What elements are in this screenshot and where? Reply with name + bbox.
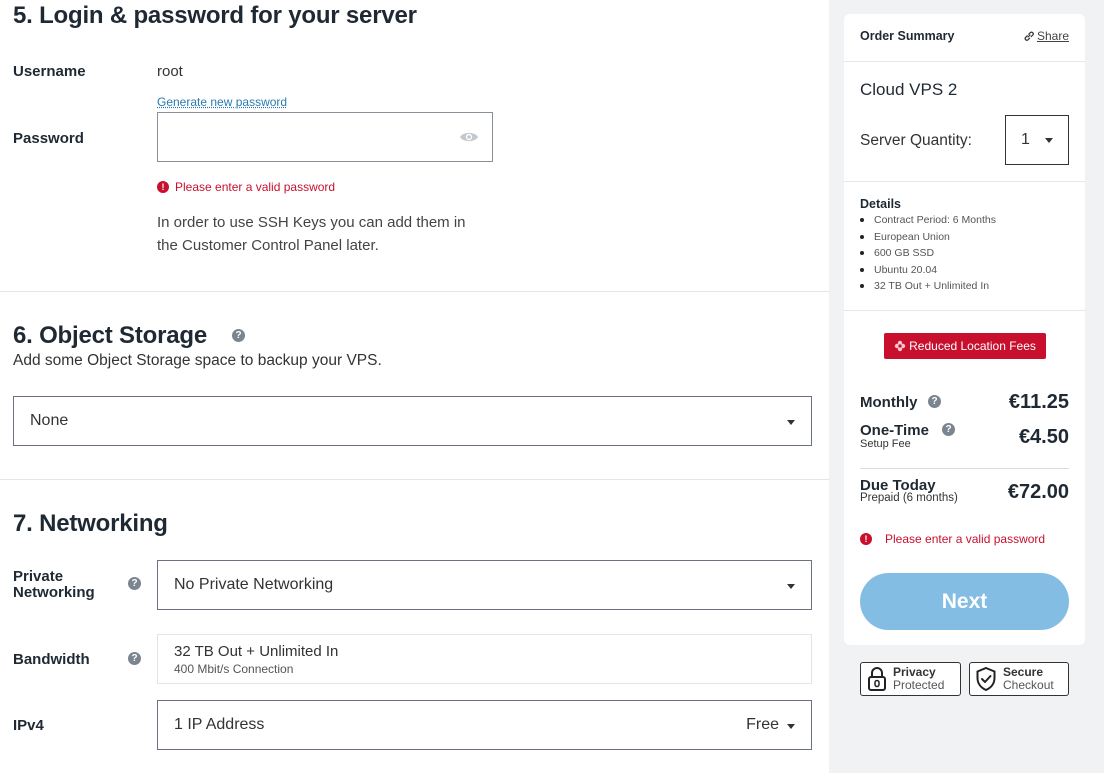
bandwidth-value: 32 TB Out + Unlimited In — [174, 643, 339, 660]
quantity-label: Server Quantity: — [860, 132, 972, 149]
chevron-down-icon — [787, 724, 795, 729]
totals-divider — [860, 468, 1069, 469]
password-error-text: Please enter a valid password — [175, 180, 336, 194]
private-networking-value: No Private Networking — [174, 576, 334, 593]
summary-error-text: Please enter a valid password — [885, 532, 1046, 546]
link-icon — [1024, 31, 1034, 41]
details-title: Details — [860, 197, 901, 211]
password-input[interactable] — [157, 112, 493, 162]
question-icon[interactable]: ? — [928, 395, 941, 408]
private-networking-label-line1: Private — [13, 568, 64, 585]
due-today-price: €72.00 — [1007, 481, 1069, 503]
prepaid-label: Prepaid (6 months) — [860, 492, 958, 504]
reduced-fees-badge: Reduced Location Fees — [884, 333, 1046, 359]
ipv4-value: 1 IP Address — [174, 716, 265, 733]
details-list: Contract Period: 6 Months European Union… — [860, 212, 996, 295]
secure-line2: Checkout — [1003, 678, 1054, 692]
product-name: Cloud VPS 2 — [860, 80, 958, 99]
list-item: Contract Period: 6 Months — [860, 212, 996, 229]
question-icon[interactable]: ? — [942, 423, 955, 436]
username-label: Username — [13, 63, 86, 80]
object-storage-subtitle: Add some Object Storage space to backup … — [13, 352, 382, 369]
next-button[interactable]: Next — [860, 573, 1069, 630]
chevron-down-icon — [1045, 138, 1053, 143]
private-networking-label-line2: Networking — [13, 584, 95, 601]
ipv4-label: IPv4 — [13, 717, 44, 734]
summary-error: ! Please enter a valid password — [860, 532, 1045, 546]
details-item-text: European Union — [874, 230, 950, 243]
bandwidth-sub: 400 Mbit/s Connection — [174, 662, 294, 676]
question-icon[interactable]: ? — [128, 652, 141, 665]
monthly-price: €11.25 — [1008, 391, 1069, 413]
section-divider — [0, 291, 829, 292]
share-link[interactable]: Share — [1023, 29, 1069, 43]
section-networking-title: 7. Networking — [13, 510, 168, 537]
details-item-text: Ubuntu 20.04 — [874, 263, 938, 276]
details-item-text: 32 TB Out + Unlimited In — [874, 280, 990, 293]
username-value: root — [157, 63, 183, 80]
list-item: 600 GB SSD — [860, 245, 996, 262]
ssh-note-line1: In order to use SSH Keys you can add the… — [157, 214, 466, 231]
object-storage-value: None — [30, 412, 69, 429]
list-item: Ubuntu 20.04 — [860, 262, 996, 279]
object-storage-select[interactable]: None — [13, 396, 812, 446]
bandwidth-label: Bandwidth — [13, 651, 90, 668]
shield-check-icon — [976, 666, 996, 692]
flower-icon — [894, 340, 906, 352]
question-icon[interactable]: ? — [232, 329, 245, 342]
list-item: European Union — [860, 229, 996, 246]
card-divider — [844, 61, 1085, 62]
password-error: ! Please enter a valid password — [157, 180, 335, 194]
section-object-storage-title: 6. Object Storage — [13, 322, 207, 349]
ssh-note-line2: the Customer Control Panel later. — [157, 237, 379, 254]
card-divider — [844, 181, 1085, 182]
card-divider — [844, 310, 1085, 311]
lock-icon — [868, 667, 886, 691]
order-summary-card: Order Summary Share Cloud VPS 2 Server Q… — [844, 14, 1085, 645]
order-summary-title: Order Summary — [860, 29, 955, 43]
question-icon[interactable]: ? — [128, 577, 141, 590]
ipv4-select[interactable]: 1 IP Address Free — [157, 700, 812, 750]
onetime-label: One-Time — [860, 422, 929, 439]
chevron-down-icon — [787, 420, 795, 425]
details-item-text: Contract Period: 6 Months — [874, 214, 996, 227]
error-icon: ! — [157, 181, 169, 193]
monthly-label: Monthly — [860, 394, 918, 411]
details-item-text: 600 GB SSD — [874, 247, 935, 260]
onetime-price: €4.50 — [1018, 426, 1069, 448]
configuration-main: 5. Login & password for your server User… — [0, 0, 829, 773]
section-login-title: 5. Login & password for your server — [13, 2, 417, 29]
privacy-line2: Protected — [893, 678, 945, 692]
quantity-value: 1 — [1021, 131, 1030, 148]
password-label: Password — [13, 130, 84, 147]
private-networking-label: Private Networking — [13, 569, 95, 601]
bandwidth-field: 32 TB Out + Unlimited In 400 Mbit/s Conn… — [157, 634, 812, 684]
secure-checkout-badge: Secure Checkout — [969, 662, 1069, 696]
quantity-select[interactable]: 1 — [1005, 115, 1069, 165]
list-item: 32 TB Out + Unlimited In — [860, 278, 996, 295]
chevron-down-icon — [787, 584, 795, 589]
reduced-fees-text: Reduced Location Fees — [909, 339, 1036, 353]
error-icon: ! — [860, 533, 872, 545]
ipv4-price: Free — [746, 716, 779, 733]
section-divider — [0, 479, 829, 480]
generate-password-link[interactable]: Generate new password — [157, 95, 287, 109]
privacy-badge: Privacy Protected — [860, 662, 961, 696]
share-label: Share — [1036, 29, 1069, 43]
private-networking-select[interactable]: No Private Networking — [157, 560, 812, 610]
setup-fee-label: Setup Fee — [860, 438, 911, 450]
eye-icon[interactable] — [459, 129, 479, 145]
